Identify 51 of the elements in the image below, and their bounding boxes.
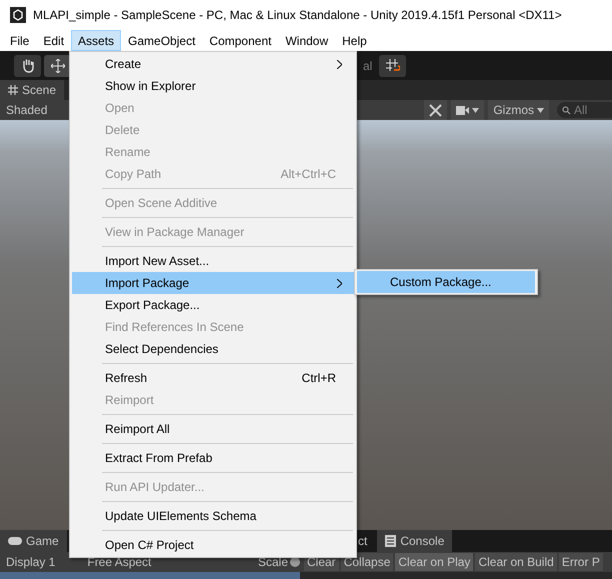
menu-item[interactable]: Create <box>72 53 354 75</box>
scale-label: Scale <box>258 555 288 569</box>
menu-item[interactable]: Export Package... <box>72 294 354 316</box>
scale-slider-thumb[interactable] <box>290 557 300 567</box>
aspect-dropdown[interactable]: Free Aspect <box>87 555 152 569</box>
grid-snap-icon <box>386 58 400 72</box>
snap-button[interactable] <box>379 54 406 76</box>
menu-bar-item[interactable]: File <box>3 30 36 51</box>
menu-item[interactable]: Reimport All <box>72 418 354 440</box>
menu-item[interactable]: Import Package <box>72 272 354 294</box>
caret-icon <box>537 108 544 112</box>
game-tab[interactable]: Game <box>0 530 67 552</box>
menu-item[interactable]: Update UIElements Schema <box>72 505 354 527</box>
shortcut-label: Alt+Ctrl+C <box>280 167 336 181</box>
scene-tab[interactable]: Scene <box>0 80 64 100</box>
console-toolbar-button[interactable]: Error P <box>558 553 603 571</box>
search-icon <box>562 106 571 115</box>
menu-item[interactable]: Custom Package... <box>357 271 535 293</box>
tools-button[interactable] <box>424 100 448 120</box>
display-dropdown[interactable]: Display 1 <box>6 555 56 569</box>
menu-item[interactable]: Show in Explorer <box>72 75 354 97</box>
shading-mode-dropdown[interactable]: Shaded <box>6 103 48 117</box>
menu-bar-item[interactable]: Help <box>335 30 374 51</box>
hand-tool-button[interactable] <box>14 54 41 76</box>
video-camera-icon <box>456 106 470 114</box>
menu-item[interactable]: Extract From Prefab <box>72 447 354 469</box>
menu-item[interactable]: Select Dependencies <box>72 338 354 360</box>
console-icon <box>385 535 396 547</box>
move-arrows-icon <box>50 58 64 72</box>
hand-icon <box>20 58 34 73</box>
menu-item[interactable]: Open C# Project <box>72 534 354 556</box>
camera-dropdown[interactable] <box>451 100 484 120</box>
console-toolbar-button[interactable]: Clear on Play <box>395 553 474 571</box>
console-toolbar-button[interactable]: Clear on Build <box>475 553 557 571</box>
pivot-toggle-label: al <box>363 58 372 72</box>
console-toolbar-button[interactable]: Collapse <box>340 553 394 571</box>
shortcut-label: Ctrl+R <box>302 371 336 385</box>
menu-item[interactable]: Import New Asset... <box>72 250 354 272</box>
menu-bar-item[interactable]: Component <box>202 30 278 51</box>
move-tool-button[interactable] <box>44 54 71 76</box>
caret-icon <box>472 108 480 112</box>
menu-bar-item[interactable]: GameObject <box>121 30 202 51</box>
window-title: MLAPI_simple - SampleScene - PC, Mac & Linux Standalone - Unity 2019.4.15f1 Personal <DX11> <box>33 8 562 22</box>
gizmos-dropdown[interactable]: Gizmos <box>488 100 549 120</box>
search-field[interactable]: All <box>557 102 612 118</box>
panel-tab[interactable]: Console <box>377 530 452 552</box>
menu-item[interactable]: Refresh Ctrl+R <box>72 367 354 389</box>
menu-bar-item[interactable]: Window <box>278 30 336 51</box>
grid-icon <box>8 85 18 95</box>
menu-bar-item[interactable]: Edit <box>36 30 72 51</box>
menu-bar-item[interactable]: Assets <box>71 30 122 51</box>
